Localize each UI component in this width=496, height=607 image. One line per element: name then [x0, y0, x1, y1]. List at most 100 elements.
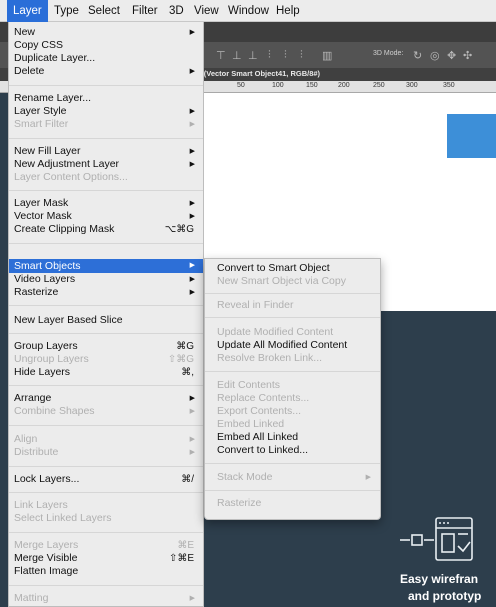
- menu-item-merge-visible[interactable]: Merge Visible ⇧⌘E: [9, 552, 203, 565]
- menu-item-combine-shapes: Combine Shapes ▶: [9, 405, 203, 418]
- align-top-icon[interactable]: ⊤: [216, 49, 226, 62]
- submenu-item-embed-linked: Embed Linked: [205, 418, 380, 431]
- document-tab[interactable]: % (Vector Smart Object41, RGB/8#): [195, 69, 320, 78]
- submenu-arrow-icon: ▶: [189, 161, 195, 168]
- menu-item-label: New Fill Layer: [14, 145, 81, 157]
- layer-menu-dropdown: New ▶ Copy CSS Duplicate Layer... Delete ▶…: [8, 22, 204, 607]
- submenu-arrow-icon: ▶: [189, 148, 195, 155]
- submenu-arrow-icon: ▶: [189, 29, 195, 36]
- menu-item-label: Combine Shapes: [14, 405, 95, 417]
- submenu-item-stack-mode: Stack Mode ▶: [205, 471, 380, 484]
- menu-item-label: Delete: [14, 65, 45, 77]
- menu-3d[interactable]: 3D: [163, 0, 190, 22]
- shortcut-label: ⌘/: [181, 474, 194, 485]
- submenu-arrow-icon: ▶: [189, 262, 195, 269]
- distribute-right-icon[interactable]: ⫶: [300, 49, 303, 62]
- menu-item-rename-layer[interactable]: Rename Layer...: [9, 92, 203, 105]
- 3d-slide-icon[interactable]: ✣: [463, 49, 472, 62]
- menu-item-create-clipping-mask[interactable]: Create Clipping Mask ⌥⌘G: [9, 223, 203, 236]
- submenu-separator: [205, 490, 380, 491]
- menu-item-rasterize[interactable]: Rasterize ▶: [9, 286, 203, 299]
- menu-item-vector-mask[interactable]: Vector Mask ▶: [9, 210, 203, 223]
- canvas-headline: Easy wirefran and prototyp: [400, 571, 496, 605]
- menu-item-smart-filter: Smart Filter ▶: [9, 118, 203, 131]
- ruler-tick: 350: [443, 82, 455, 89]
- submenu-item-edit-contents: Edit Contents: [205, 379, 380, 392]
- submenu-item-label: Embed All Linked: [217, 431, 299, 443]
- submenu-separator: [205, 463, 380, 464]
- menu-separator: [9, 425, 203, 426]
- submenu-item-new-smart-object-via-copy: New Smart Object via Copy: [205, 275, 380, 288]
- menu-item-new-layer-based-slice[interactable]: New Layer Based Slice: [9, 314, 203, 327]
- menu-item-ungroup-layers: Ungroup Layers ⇧⌘G: [9, 353, 203, 366]
- headline-line-2: and prototyp: [408, 589, 482, 603]
- submenu-item-update-all-modified-content[interactable]: Update All Modified Content: [205, 339, 380, 352]
- headline-line-1: Easy wirefran: [400, 572, 479, 586]
- menu-view[interactable]: View: [188, 0, 225, 22]
- align-bottom-icon[interactable]: ⊥: [248, 49, 258, 62]
- menu-item-arrange[interactable]: Arrange ▶: [9, 392, 203, 405]
- submenu-arrow-icon: ▶: [189, 108, 195, 115]
- menu-item-delete[interactable]: Delete ▶: [9, 65, 203, 78]
- 3d-drag-icon[interactable]: ✥: [447, 49, 456, 62]
- submenu-item-label: New Smart Object via Copy: [217, 275, 346, 287]
- menu-item-group-layers[interactable]: Group Layers ⌘G: [9, 340, 203, 353]
- ruler-tick: 100: [272, 82, 284, 89]
- menu-window[interactable]: Window: [222, 0, 275, 22]
- menu-bar: Layer Type Select Filter 3D View Window …: [0, 0, 496, 22]
- ruler-tick: 250: [373, 82, 385, 89]
- submenu-item-label: Reveal in Finder: [217, 299, 294, 311]
- ruler-tick: 50: [237, 82, 245, 89]
- menu-item-copy-css[interactable]: Copy CSS: [9, 39, 203, 52]
- submenu-arrow-icon: ▶: [189, 68, 195, 75]
- menu-item-layer-style[interactable]: Layer Style ▶: [9, 105, 203, 118]
- auto-align-icon[interactable]: ▥: [322, 49, 332, 62]
- menu-item-label: New Adjustment Layer: [14, 158, 120, 170]
- menu-separator: [9, 466, 203, 467]
- menu-select[interactable]: Select: [82, 0, 126, 22]
- distribute-center-icon[interactable]: ⫶: [284, 49, 287, 62]
- 3d-roll-icon[interactable]: ◎: [430, 49, 440, 62]
- menu-item-new-fill-layer[interactable]: New Fill Layer ▶: [9, 145, 203, 158]
- menu-item-video-layers[interactable]: Video Layers ▶: [9, 273, 203, 286]
- shortcut-label: ⇧⌘E: [168, 553, 194, 564]
- submenu-arrow-icon: ▶: [189, 408, 195, 415]
- submenu-item-label: Update All Modified Content: [217, 339, 348, 351]
- 3d-rotate-icon[interactable]: ↻: [413, 49, 422, 62]
- menu-item-flatten-image[interactable]: Flatten Image: [9, 565, 203, 578]
- submenu-arrow-icon: ▶: [189, 595, 195, 602]
- menu-separator: [9, 585, 203, 586]
- menu-layer[interactable]: Layer: [7, 0, 48, 22]
- submenu-item-embed-all-linked[interactable]: Embed All Linked: [205, 431, 380, 444]
- menu-type[interactable]: Type: [48, 0, 85, 22]
- menu-item-layer-mask[interactable]: Layer Mask ▶: [9, 197, 203, 210]
- menu-item-lock-layers[interactable]: Lock Layers... ⌘/: [9, 473, 203, 486]
- submenu-item-label: Rasterize: [217, 497, 262, 509]
- align-vcenter-icon[interactable]: ⊥: [232, 49, 242, 62]
- menu-item-label: Vector Mask: [14, 210, 72, 222]
- menu-item-new-adjustment-layer[interactable]: New Adjustment Layer ▶: [9, 158, 203, 171]
- menu-item-label: Video Layers: [14, 273, 76, 285]
- menu-item-select-linked-layers: Select Linked Layers: [9, 512, 203, 525]
- menu-item-duplicate-layer[interactable]: Duplicate Layer...: [9, 52, 203, 65]
- menu-filter[interactable]: Filter: [126, 0, 164, 22]
- submenu-item-convert-to-smart-object[interactable]: Convert to Smart Object: [205, 262, 380, 275]
- ruler-tick: 300: [406, 82, 418, 89]
- menu-item-new[interactable]: New ▶: [9, 26, 203, 39]
- submenu-item-replace-contents: Replace Contents...: [205, 392, 380, 405]
- menu-item-label: New: [14, 26, 36, 38]
- submenu-arrow-icon: ▶: [189, 121, 195, 128]
- menu-item-layer-content-options: Layer Content Options...: [9, 171, 203, 184]
- submenu-item-label: Resolve Broken Link...: [217, 352, 323, 364]
- menu-item-smart-objects[interactable]: Smart Objects ▶: [9, 259, 203, 273]
- menu-item-label: Distribute: [14, 446, 59, 458]
- shortcut-label: ⌘G: [176, 341, 194, 352]
- menu-help[interactable]: Help: [270, 0, 306, 22]
- menu-separator: [9, 190, 203, 191]
- menu-item-label: Merge Layers: [14, 539, 79, 551]
- distribute-left-icon[interactable]: ⫶: [268, 49, 271, 62]
- submenu-item-convert-to-linked[interactable]: Convert to Linked...: [205, 444, 380, 457]
- ruler-tick: 150: [306, 82, 318, 89]
- menu-separator: [9, 85, 203, 86]
- menu-item-hide-layers[interactable]: Hide Layers ⌘,: [9, 366, 203, 379]
